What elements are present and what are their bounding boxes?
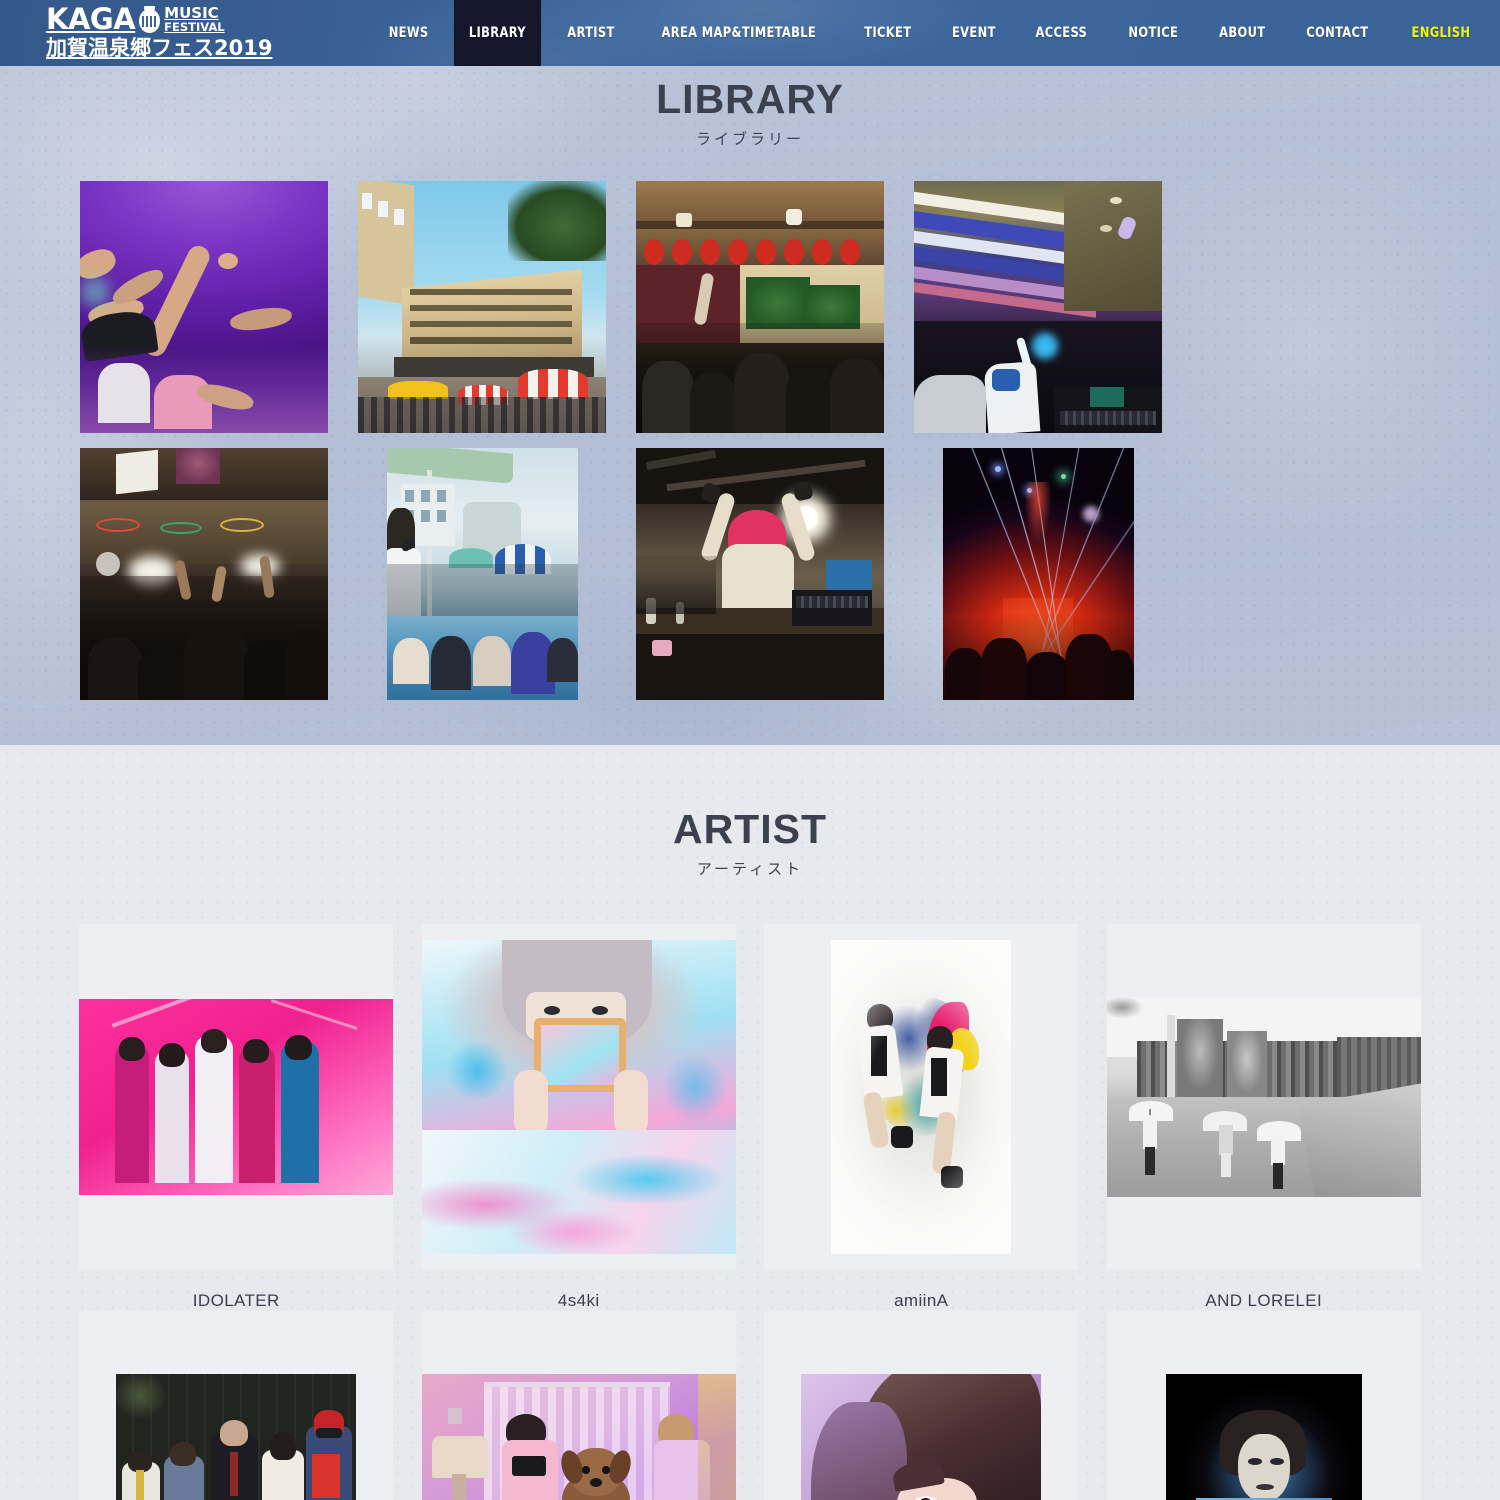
logo-music-festival: MUSIC FESTIVAL xyxy=(164,3,225,34)
library-thumb-item[interactable] xyxy=(899,173,1177,440)
artist-heading-block: ARTIST アーティスト xyxy=(0,745,1500,879)
library-thumb-item[interactable] xyxy=(899,440,1177,707)
artist-name: IDOLATER xyxy=(192,1291,280,1310)
library-subtitle: ライブラリー xyxy=(695,130,804,148)
library-photo-onsen-street-hotel-daytime[interactable] xyxy=(358,180,606,433)
artist-section: ARTIST アーティスト IDOLATER 4s4ki amiinA AND … xyxy=(0,745,1500,1500)
artist-card-grid: IDOLATER 4s4ki amiinA AND LORELEI xyxy=(65,879,1435,1500)
artist-card-thumb[interactable] xyxy=(79,924,394,1269)
logo-festival-text: FESTIVAL xyxy=(164,19,225,34)
artist-card-thumb[interactable] xyxy=(764,1311,1079,1500)
library-photo-grid xyxy=(65,149,1435,707)
artist-card-idolater[interactable]: IDOLATER xyxy=(65,924,408,1311)
logo-top-row: KAGA MUSIC FESTIVAL xyxy=(46,4,246,34)
main-navigation: NEWS LIBRARY ARTIST AREA MAP&TIMETABLE T… xyxy=(369,0,1500,66)
artist-card-thumb[interactable] xyxy=(764,924,1079,1269)
library-thumb-item[interactable] xyxy=(65,440,343,707)
artist-photo-idol-group-pink-backdrop xyxy=(79,998,394,1195)
artist-subtitle: アーティスト xyxy=(696,860,804,878)
artist-card-row2-2[interactable] xyxy=(408,1311,751,1500)
nav-item-notice[interactable]: NOTICE xyxy=(1114,0,1194,66)
nav-item-library[interactable]: LIBRARY xyxy=(453,0,541,66)
artist-photo-two-girls-paint-splatter-collage xyxy=(831,939,1012,1254)
nav-item-artist[interactable]: ARTIST xyxy=(552,0,629,66)
artist-photo-silver-hair-bath-marble-toast xyxy=(421,939,736,1254)
artist-card-thumb[interactable] xyxy=(1106,924,1421,1269)
nav-item-event[interactable]: EVENT xyxy=(937,0,1011,66)
artist-card-and-lorelei[interactable]: AND LORELEI xyxy=(1093,924,1436,1311)
nav-item-about[interactable]: ABOUT xyxy=(1204,0,1280,66)
artist-photo-purple-hair-closeup-portrait xyxy=(801,1373,1042,1500)
nav-item-english[interactable]: ENGLISH xyxy=(1397,0,1494,66)
library-photo-crowd-hands-purple-stage[interactable] xyxy=(80,180,328,433)
artist-card-thumb[interactable] xyxy=(1106,1311,1421,1500)
lantern-icon xyxy=(139,6,161,33)
library-thumb-item[interactable] xyxy=(343,440,621,707)
artist-photo-monochrome-field-umbrellas xyxy=(1106,996,1421,1197)
library-photo-pool-party-singer-daytime[interactable] xyxy=(386,447,578,700)
artist-card-thumb[interactable] xyxy=(421,924,736,1269)
artist-photo-five-member-band-dark-wall xyxy=(116,1373,357,1500)
site-logo[interactable]: KAGA MUSIC FESTIVAL 加賀温泉郷フェス2019 xyxy=(46,4,273,62)
library-title: LIBRARY xyxy=(656,76,844,122)
library-section: LIBRARY ライブラリー xyxy=(0,66,1500,745)
artist-card-amiina[interactable]: amiinA xyxy=(750,924,1093,1311)
artist-photo-masked-person-blue-light-camera xyxy=(1165,1373,1362,1500)
library-photo-indoor-hall-lanterns-crowd[interactable] xyxy=(636,180,884,433)
logo-japanese-text: 加賀温泉郷フェス2019 xyxy=(46,36,273,60)
library-photo-dj-booth-redhair-arms-up[interactable] xyxy=(636,447,884,700)
artist-name: amiinA xyxy=(894,1291,949,1310)
logo-kaga-text: KAGA xyxy=(46,2,136,36)
artist-card-row2-3[interactable] xyxy=(750,1311,1093,1500)
artist-name: AND LORELEI xyxy=(1205,1291,1323,1310)
library-thumb-item[interactable] xyxy=(65,173,343,440)
library-thumb-item[interactable] xyxy=(343,173,621,440)
library-thumb-item[interactable] xyxy=(621,173,899,440)
artist-card-4s4ki[interactable]: 4s4ki xyxy=(408,924,751,1311)
logo-music-text: MUSIC xyxy=(164,3,219,22)
artist-photo-two-girls-pink-room-dog-plush xyxy=(421,1373,736,1500)
artist-card-thumb[interactable] xyxy=(421,1311,736,1500)
library-heading-block: LIBRARY ライブラリー xyxy=(0,66,1500,149)
library-photo-laser-show-red-crowd[interactable] xyxy=(942,447,1134,700)
nav-item-access[interactable]: ACCESS xyxy=(1021,0,1103,66)
artist-title: ARTIST xyxy=(672,806,828,852)
artist-name: 4s4ki xyxy=(557,1291,600,1310)
library-photo-dj-set-banquet-room-blue-lights[interactable] xyxy=(914,180,1162,433)
nav-item-contact[interactable]: CONTACT xyxy=(1292,0,1384,66)
site-header: KAGA MUSIC FESTIVAL 加賀温泉郷フェス2019 NEWS LI… xyxy=(0,0,1500,66)
library-photo-hall-crowd-raised-hands[interactable] xyxy=(80,447,328,700)
artist-card-row2-4[interactable] xyxy=(1093,1311,1436,1500)
library-thumb-item[interactable] xyxy=(621,440,899,707)
nav-item-news[interactable]: NEWS xyxy=(373,0,443,66)
artist-card-row2-1[interactable] xyxy=(65,1311,408,1500)
nav-item-area-map-timetable[interactable]: AREA MAP&TIMETABLE xyxy=(647,0,831,66)
artist-card-thumb[interactable] xyxy=(79,1311,394,1500)
nav-item-ticket[interactable]: TICKET xyxy=(849,0,926,66)
